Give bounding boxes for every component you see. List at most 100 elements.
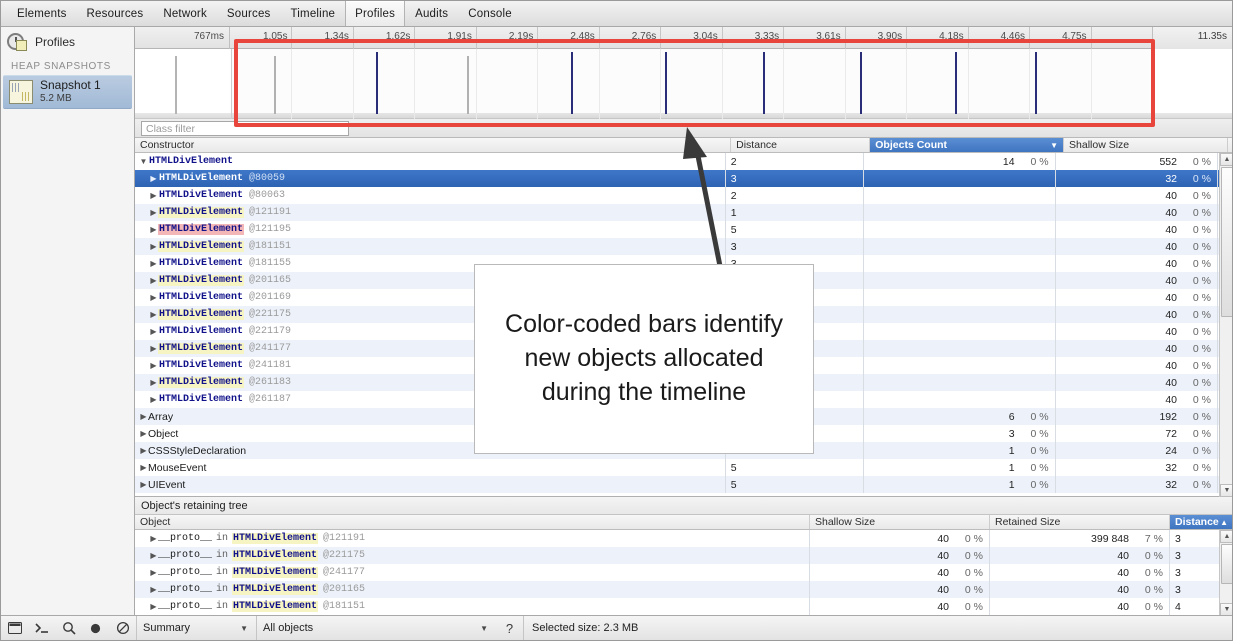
constructor-name: HTMLDivElement bbox=[158, 224, 244, 235]
twisty-collapsed-icon[interactable]: ▶ bbox=[149, 378, 158, 387]
tab-network[interactable]: Network bbox=[153, 1, 217, 26]
constructor-name: HTMLDivElement bbox=[158, 292, 244, 303]
twisty-collapsed-icon[interactable]: ▶ bbox=[149, 174, 158, 183]
twisty-collapsed-icon[interactable]: ▶ bbox=[149, 276, 158, 285]
twisty-collapsed-icon[interactable]: ▶ bbox=[149, 361, 158, 370]
tab-sources[interactable]: Sources bbox=[217, 1, 281, 26]
cell-shallow-size: 400 % bbox=[1056, 187, 1218, 204]
tab-timeline[interactable]: Timeline bbox=[281, 1, 346, 26]
cell-retained-size: 400 % bbox=[990, 547, 1170, 564]
record-icon[interactable] bbox=[82, 616, 109, 640]
cell-shallow-size: 720 % bbox=[1056, 425, 1218, 442]
heap-timeline-overview[interactable] bbox=[135, 49, 1233, 119]
twisty-collapsed-icon[interactable]: ▶ bbox=[149, 602, 158, 611]
tab-profiles[interactable]: Profiles bbox=[345, 1, 405, 26]
object-filter-select[interactable]: All objects ▼ bbox=[256, 616, 496, 640]
cell-shallow-size-percent: 0 % bbox=[1181, 374, 1217, 391]
tab-console[interactable]: Console bbox=[458, 1, 522, 26]
console-drawer-icon[interactable] bbox=[28, 616, 55, 640]
cell-objects-count: 10 % bbox=[864, 442, 1056, 459]
twisty-collapsed-icon[interactable]: ▶ bbox=[149, 242, 158, 251]
view-select[interactable]: Summary ▼ bbox=[136, 616, 256, 640]
cell-shallow-size-percent: 0 % bbox=[953, 547, 989, 564]
table-row[interactable]: ▶HTMLDivElement@800593320 %320 % bbox=[135, 170, 1233, 187]
column-header-shallow-size[interactable]: Shallow Size bbox=[810, 515, 990, 529]
clear-icon[interactable] bbox=[109, 616, 136, 640]
column-header-objects-count[interactable]: Objects Count▼ bbox=[870, 138, 1064, 152]
search-icon[interactable] bbox=[55, 616, 82, 640]
column-header-object[interactable]: Object bbox=[135, 515, 810, 529]
twisty-collapsed-icon[interactable]: ▶ bbox=[139, 412, 148, 421]
object-id: @201165 bbox=[323, 584, 365, 595]
column-header-retained-size[interactable]: Retained Size bbox=[990, 515, 1170, 529]
tab-resources[interactable]: Resources bbox=[77, 1, 154, 26]
ruler-tick-label: 3.04s bbox=[693, 31, 721, 42]
constructor-name: HTMLDivElement bbox=[232, 550, 318, 561]
scroll-thumb[interactable] bbox=[1221, 167, 1233, 317]
twisty-collapsed-icon[interactable]: ▶ bbox=[149, 585, 158, 594]
twisty-collapsed-icon[interactable]: ▶ bbox=[149, 293, 158, 302]
twisty-collapsed-icon[interactable]: ▶ bbox=[149, 568, 158, 577]
table-row[interactable]: ▶UIEvent510 %320 %1840 % bbox=[135, 476, 1233, 493]
table-row[interactable]: ▶MouseEvent510 %320 %1840 % bbox=[135, 459, 1233, 476]
cell-shallow-size: 400 % bbox=[1056, 255, 1218, 272]
table-row[interactable]: ▶HTMLDivElement@1211955400 %399 8067 % bbox=[135, 221, 1233, 238]
cell-shallow-size: 400 % bbox=[810, 530, 990, 547]
tab-audits[interactable]: Audits bbox=[405, 1, 458, 26]
table-row[interactable]: ▶HTMLDivElement@1211911400 %399 8487 % bbox=[135, 204, 1233, 221]
scroll-thumb[interactable] bbox=[1221, 544, 1233, 584]
twisty-collapsed-icon[interactable]: ▶ bbox=[139, 446, 148, 455]
column-header-retained-size[interactable]: Retained Size bbox=[1228, 138, 1233, 152]
dock-icon[interactable] bbox=[1, 616, 28, 640]
help-icon[interactable]: ? bbox=[496, 616, 523, 640]
twisty-collapsed-icon[interactable]: ▶ bbox=[149, 310, 158, 319]
table-row[interactable]: ▶__proto__inHTMLDivElement@201165400 %40… bbox=[135, 581, 1233, 598]
object-id: @221175 bbox=[249, 309, 291, 320]
twisty-collapsed-icon[interactable]: ▶ bbox=[149, 225, 158, 234]
table-row[interactable]: ▶__proto__inHTMLDivElement@221175400 %40… bbox=[135, 547, 1233, 564]
twisty-collapsed-icon[interactable]: ▶ bbox=[149, 327, 158, 336]
column-header-distance[interactable]: Distance▲ bbox=[1170, 515, 1233, 529]
ruler-tick bbox=[291, 27, 292, 49]
sidebar-item-snapshot-1[interactable]: Snapshot 1 5.2 MB bbox=[3, 75, 132, 109]
overview-selection-window[interactable] bbox=[231, 49, 1154, 119]
scroll-up-arrow[interactable]: ▲ bbox=[1220, 530, 1233, 543]
constructors-scrollbar[interactable]: ▲ ▼ bbox=[1219, 153, 1233, 497]
cell-shallow-size-percent: 0 % bbox=[1181, 306, 1217, 323]
cell-objects-count bbox=[864, 170, 1056, 187]
table-row[interactable]: ▼HTMLDivElement2140 %5520 %2 399 16044 % bbox=[135, 153, 1233, 170]
profiles-sidebar: Profiles HEAP SNAPSHOTS Snapshot 1 5.2 M… bbox=[1, 27, 135, 616]
twisty-collapsed-icon[interactable]: ▶ bbox=[139, 429, 148, 438]
table-row[interactable]: ▶__proto__inHTMLDivElement@121191400 %39… bbox=[135, 530, 1233, 547]
retaining-scrollbar[interactable]: ▲ ▼ bbox=[1219, 530, 1233, 616]
cell-object: ▶__proto__inHTMLDivElement@221175 bbox=[135, 547, 810, 564]
twisty-collapsed-icon[interactable]: ▶ bbox=[139, 480, 148, 489]
twisty-collapsed-icon[interactable]: ▶ bbox=[149, 191, 158, 200]
tab-elements[interactable]: Elements bbox=[7, 1, 77, 26]
scroll-down-arrow[interactable]: ▼ bbox=[1220, 484, 1233, 497]
class-filter-input[interactable] bbox=[141, 121, 349, 136]
ruler-tick-label: 3.61s bbox=[816, 31, 844, 42]
column-header-shallow-size[interactable]: Shallow Size bbox=[1064, 138, 1228, 152]
scroll-up-arrow[interactable]: ▲ bbox=[1220, 153, 1233, 166]
table-row[interactable]: ▶HTMLDivElement@800632400 %400 % bbox=[135, 187, 1233, 204]
table-row[interactable]: ▶__proto__inHTMLDivElement@241177400 %40… bbox=[135, 564, 1233, 581]
column-header-distance[interactable]: Distance bbox=[731, 138, 870, 152]
retaining-body[interactable]: ▶__proto__inHTMLDivElement@121191400 %39… bbox=[135, 530, 1233, 616]
twisty-collapsed-icon[interactable]: ▶ bbox=[139, 463, 148, 472]
column-header-constructor[interactable]: Constructor bbox=[135, 138, 731, 152]
table-row[interactable]: ▶HTMLDivElement@1811513400 %400 % bbox=[135, 238, 1233, 255]
twisty-collapsed-icon[interactable]: ▶ bbox=[149, 259, 158, 268]
twisty-collapsed-icon[interactable]: ▶ bbox=[149, 534, 158, 543]
twisty-collapsed-icon[interactable]: ▶ bbox=[149, 344, 158, 353]
ruler-tick-label: 1.91s bbox=[447, 31, 475, 42]
twisty-collapsed-icon[interactable]: ▶ bbox=[149, 551, 158, 560]
table-row[interactable]: ▶__proto__inHTMLDivElement@181151400 %40… bbox=[135, 598, 1233, 615]
twisty-collapsed-icon[interactable]: ▶ bbox=[149, 395, 158, 404]
cell-shallow-size: 320 % bbox=[1056, 476, 1218, 493]
ruler-tick-label: 4.46s bbox=[1001, 31, 1029, 42]
sidebar-item-profiles[interactable]: Profiles bbox=[1, 27, 134, 55]
twisty-collapsed-icon[interactable]: ▶ bbox=[149, 208, 158, 217]
cell-shallow-size-value: 32 bbox=[1056, 459, 1181, 476]
twisty-expanded-icon[interactable]: ▼ bbox=[139, 157, 148, 166]
